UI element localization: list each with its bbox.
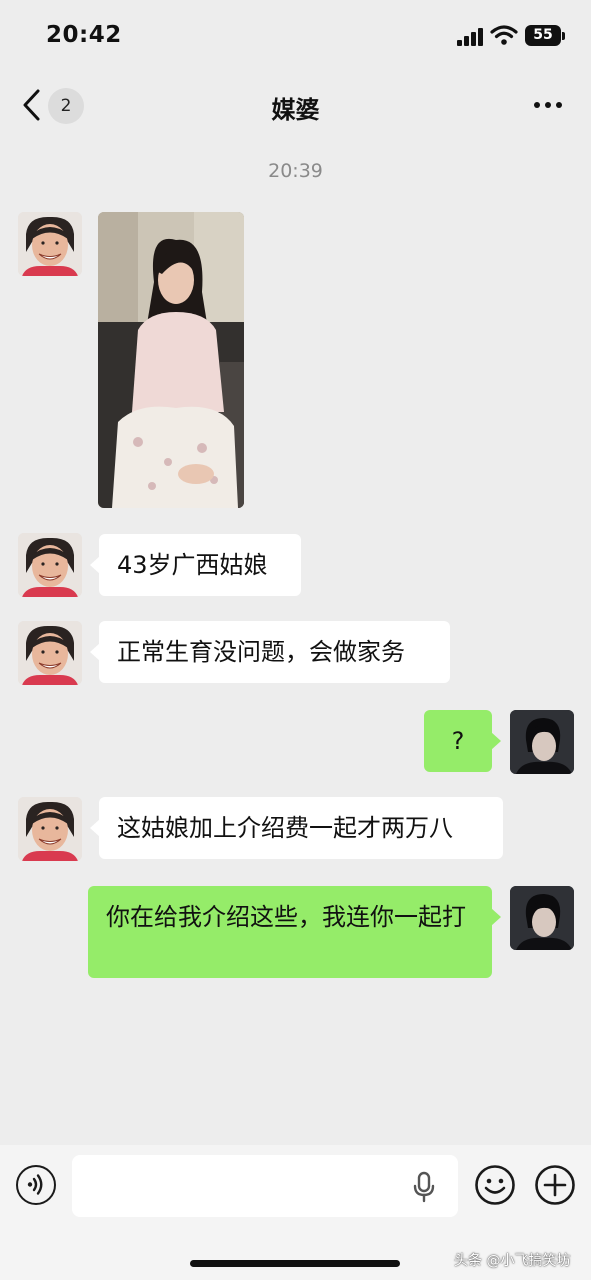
wifi-icon bbox=[490, 25, 518, 45]
battery-indicator: 55 bbox=[525, 25, 561, 46]
photo-message[interactable] bbox=[98, 212, 244, 508]
plus-icon[interactable] bbox=[534, 1164, 576, 1206]
matchmaker-avatar[interactable] bbox=[18, 621, 82, 685]
my-avatar[interactable] bbox=[510, 886, 574, 950]
more-icon[interactable] bbox=[532, 102, 564, 110]
matchmaker-avatar[interactable] bbox=[18, 533, 82, 597]
cellular-signal-icon bbox=[457, 28, 485, 46]
watermark: 头条 @小飞搞笑坊 bbox=[454, 1253, 571, 1269]
message-input[interactable] bbox=[72, 1155, 458, 1217]
chat-header: 2 媒婆 bbox=[0, 75, 591, 135]
matchmaker-avatar[interactable] bbox=[18, 212, 82, 276]
incoming-message[interactable]: 这姑娘加上介绍费一起才两万八 bbox=[90, 797, 503, 859]
outgoing-message[interactable]: ? bbox=[424, 710, 501, 772]
outgoing-message[interactable]: 你在给我介绍这些，我连你一起打 bbox=[88, 886, 501, 978]
matchmaker-avatar[interactable] bbox=[18, 797, 82, 861]
home-indicator[interactable] bbox=[190, 1260, 400, 1267]
status-bar: 20:42 55 bbox=[0, 0, 591, 70]
my-avatar[interactable] bbox=[510, 710, 574, 774]
battery-tip bbox=[562, 32, 565, 40]
chat-title: 媒婆 bbox=[271, 96, 320, 124]
voice-icon[interactable] bbox=[16, 1165, 56, 1205]
incoming-message[interactable]: 正常生育没问题，会做家务 bbox=[90, 621, 450, 683]
emoji-icon[interactable] bbox=[474, 1164, 516, 1206]
status-time: 20:42 bbox=[46, 22, 122, 48]
mic-icon[interactable] bbox=[410, 1171, 438, 1203]
message-timestamp: 20:39 bbox=[268, 160, 323, 182]
incoming-message[interactable]: 43岁广西姑娘 bbox=[90, 534, 301, 596]
